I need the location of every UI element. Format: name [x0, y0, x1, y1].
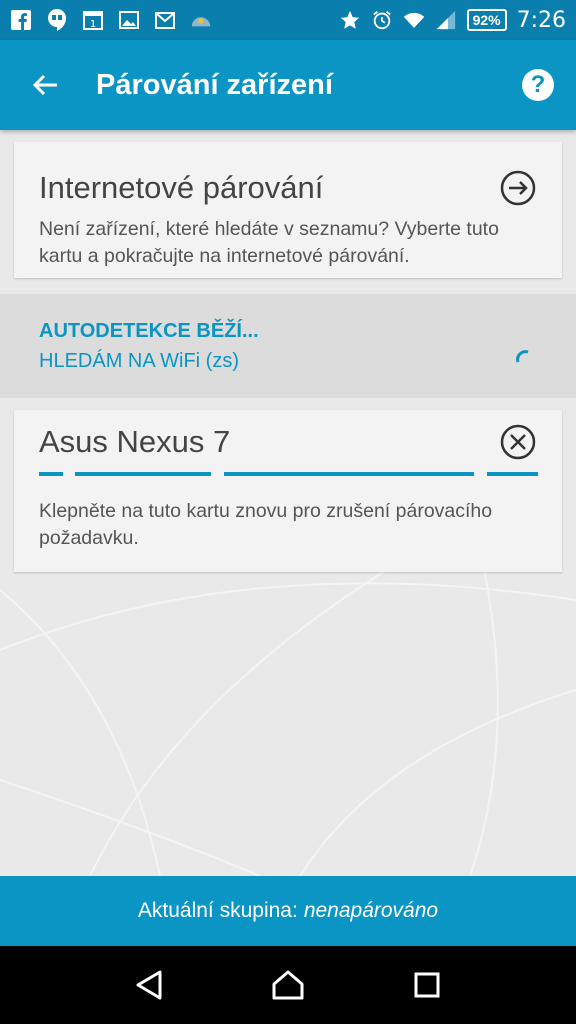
- wifi-icon: [403, 9, 425, 31]
- autodetect-title: AUTODETEKCE BĚŽÍ...: [39, 320, 259, 342]
- alarm-icon: [371, 9, 393, 31]
- device-name: Asus Nexus 7: [39, 424, 231, 459]
- device-card-description: Klepněte na tuto kartu znovu pro zrušení…: [39, 500, 493, 549]
- back-button[interactable]: [0, 40, 90, 130]
- pairing-progress-segment: [39, 472, 63, 476]
- status-bar: 1 92% 7:26: [0, 0, 576, 40]
- signal-icon: [435, 9, 457, 31]
- content-area: Internetové párování Není zařízení, kter…: [0, 130, 576, 876]
- help-icon: ?: [530, 71, 546, 98]
- pairing-progress-segment: [224, 472, 474, 476]
- triangle-back-icon: [136, 970, 162, 1000]
- app-bar: Párování zařízení ?: [0, 40, 576, 130]
- gmail-icon: [154, 9, 176, 31]
- gallery-icon: [118, 9, 140, 31]
- autodetect-subtitle: HLEDÁM NA WiFi (zs): [39, 350, 239, 372]
- page-title: Párování zařízení: [96, 68, 333, 101]
- nav-home-button[interactable]: [268, 965, 308, 1005]
- current-group-label: Aktuální skupina:: [137, 899, 298, 922]
- hangouts-icon: [46, 9, 68, 31]
- navigation-bar: [0, 946, 576, 1024]
- system-icons: 92% 7:26: [339, 8, 566, 33]
- battery-indicator: 92%: [466, 9, 507, 31]
- autodetect-section: AUTODETEKCE BĚŽÍ... HLEDÁM NA WiFi (zs): [0, 294, 576, 398]
- home-icon: [272, 970, 304, 1000]
- current-group-value: nenapárováno: [303, 899, 439, 922]
- notification-icons: 1: [10, 9, 212, 31]
- arrow-right-circle-icon: [500, 170, 536, 206]
- status-time: 7:26: [516, 7, 566, 33]
- arrow-left-icon: [32, 74, 57, 96]
- calendar-icon: 1: [82, 9, 104, 31]
- pairing-progress-segment: [75, 472, 211, 476]
- nav-back-button[interactable]: [129, 965, 169, 1005]
- weather-icon: [190, 9, 212, 31]
- close-circle-icon[interactable]: [500, 424, 536, 460]
- square-recents-icon: [414, 972, 440, 998]
- pairing-progress-segment: [487, 472, 538, 476]
- nav-recents-button[interactable]: [407, 965, 447, 1005]
- facebook-icon: [10, 9, 32, 31]
- loading-spinner-icon: [516, 350, 529, 363]
- svg-text:1: 1: [90, 19, 96, 30]
- internet-pairing-description: Není zařízení, které hledáte v seznamu? …: [39, 218, 499, 267]
- help-button[interactable]: ?: [522, 69, 554, 101]
- device-card[interactable]: Asus Nexus 7 Klepněte na tuto kartu znov…: [14, 410, 562, 572]
- internet-pairing-title: Internetové párování: [39, 170, 324, 205]
- current-group-bar: Aktuální skupina: nenapárováno: [0, 876, 576, 946]
- internet-pairing-card[interactable]: Internetové párování Není zařízení, kter…: [14, 142, 562, 278]
- star-icon: [339, 9, 361, 31]
